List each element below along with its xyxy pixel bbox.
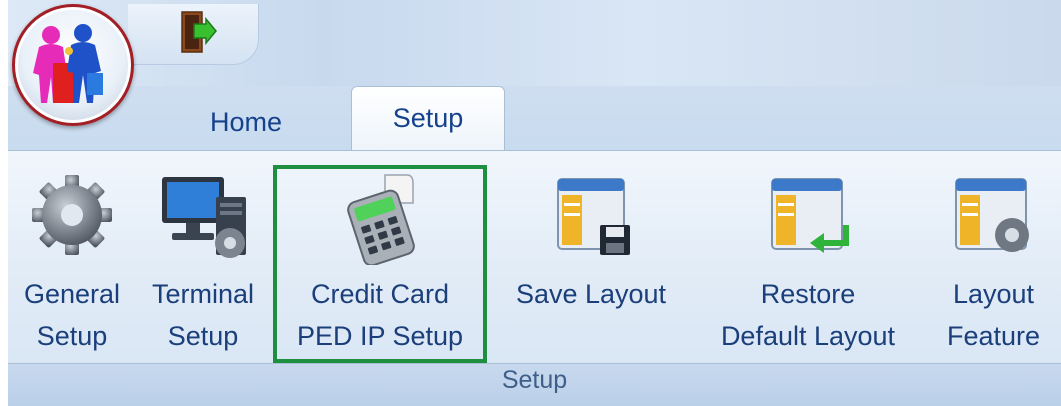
tab-home[interactable]: Home xyxy=(186,94,306,150)
restore-default-layout-button[interactable]: Restore Default Layout xyxy=(700,151,916,363)
people-logo-icon xyxy=(33,24,103,103)
title-bar xyxy=(8,0,1061,86)
save-layout-label: Save Layout xyxy=(515,279,667,309)
terminal-setup-label: Terminal Setup xyxy=(151,279,255,351)
tab-setup[interactable]: Setup xyxy=(351,86,505,151)
exit-door-icon[interactable] xyxy=(178,10,218,54)
restore-layout-icon xyxy=(771,178,849,253)
restore-default-layout-label: Restore Default Layout xyxy=(720,279,896,351)
general-setup-label: General Setup xyxy=(23,279,121,351)
app-menu-orb[interactable] xyxy=(12,4,134,126)
card-terminal-icon xyxy=(347,174,415,265)
terminal-setup-button[interactable]: Terminal Setup xyxy=(138,151,268,363)
terminal-computer-icon xyxy=(162,177,246,258)
setup-group-label: Setup xyxy=(501,366,568,394)
ribbon-tabs: Home Setup xyxy=(8,86,1061,151)
layout-feature-button[interactable]: Layout Feature xyxy=(926,151,1061,363)
general-setup-button[interactable]: General Setup xyxy=(10,151,134,363)
app-window: Home Setup General Setup Terminal Setup … xyxy=(8,0,1061,406)
save-layout-icon xyxy=(557,178,630,255)
layout-feature-label: Layout Feature xyxy=(946,279,1041,351)
layout-feature-icon xyxy=(955,178,1029,252)
gear-icon xyxy=(32,175,112,255)
save-layout-button[interactable]: Save Layout xyxy=(498,151,684,363)
ribbon-panel: General Setup Terminal Setup Credit Card… xyxy=(8,150,1061,406)
quick-access-toolbar xyxy=(128,4,259,65)
credit-card-ped-ip-setup-label: Credit Card PED IP Setup xyxy=(296,279,464,351)
credit-card-ped-ip-setup-button[interactable]: Credit Card PED IP Setup xyxy=(277,151,483,363)
